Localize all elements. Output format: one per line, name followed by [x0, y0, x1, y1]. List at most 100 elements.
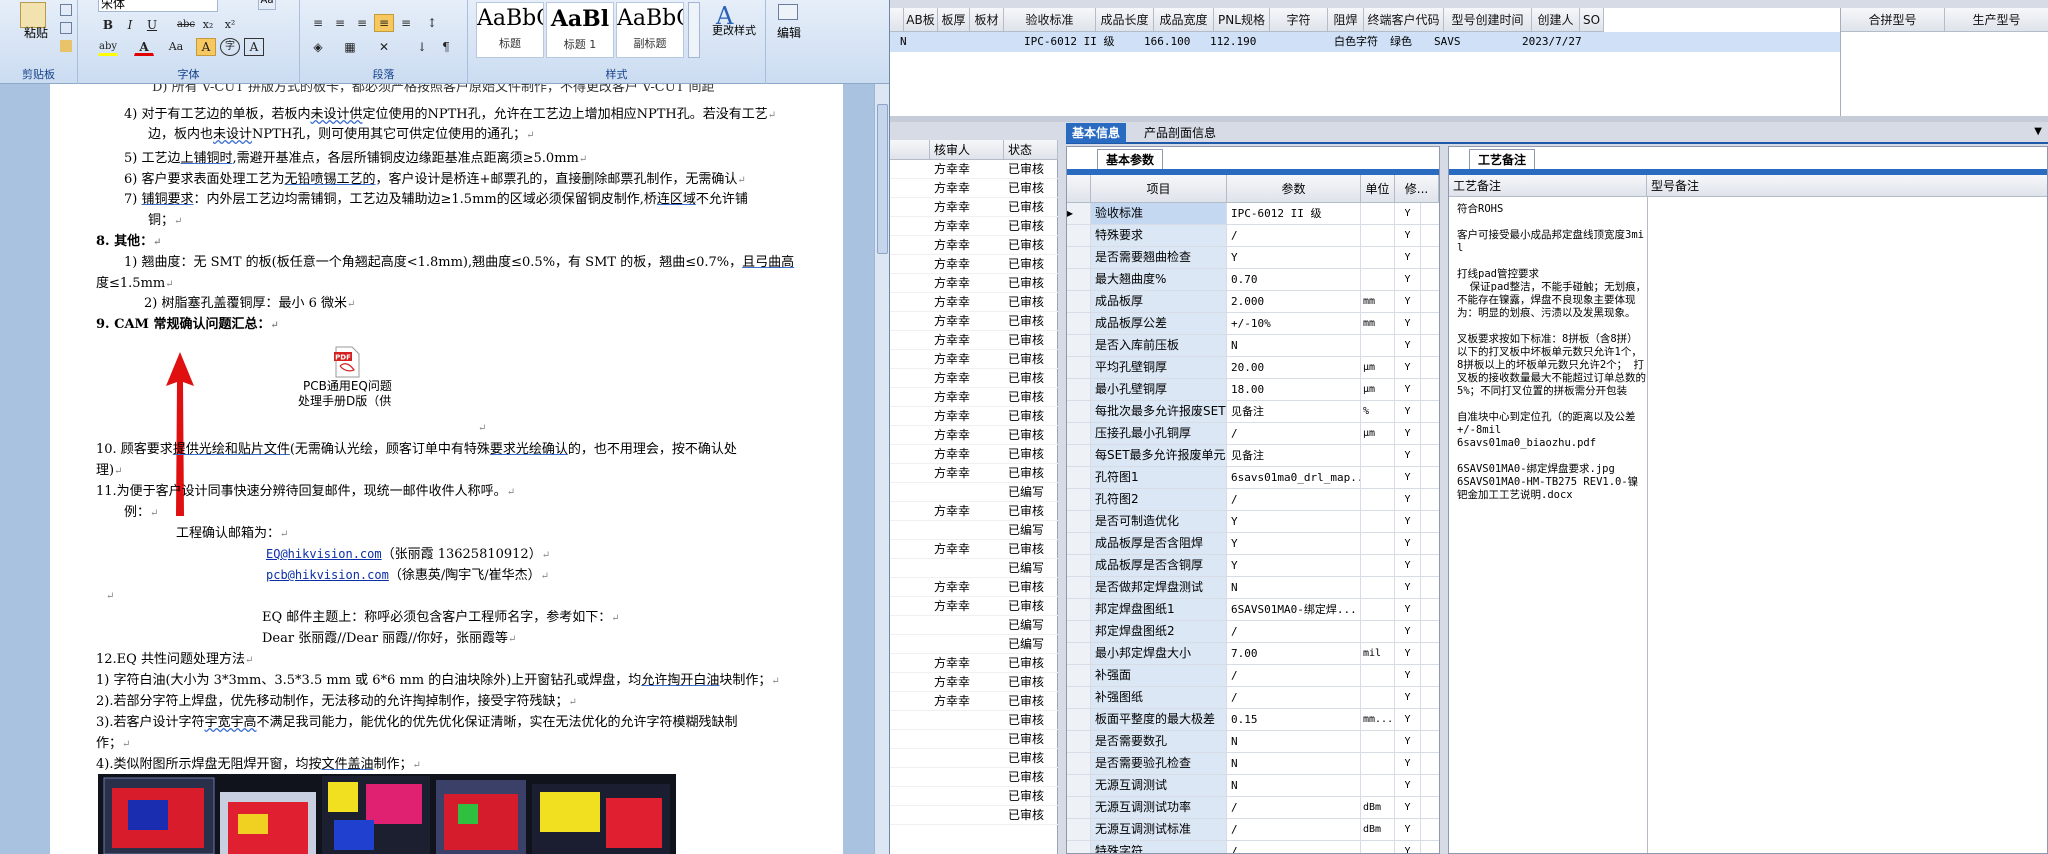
- param-row[interactable]: 最小孔壁铜厚 18.00 μm Y: [1067, 379, 1439, 401]
- param-row[interactable]: 每SET最多允许报废单元 见备注 Y: [1067, 445, 1439, 467]
- param-row[interactable]: 成品板厚是否含铜厚 Y Y: [1067, 555, 1439, 577]
- param-row[interactable]: 是否做邦定焊盘测试 N Y: [1067, 577, 1439, 599]
- param-value[interactable]: /: [1227, 797, 1361, 818]
- col-header[interactable]: 板材: [970, 8, 1004, 32]
- list-item[interactable]: 已审核: [890, 749, 1058, 768]
- col-header[interactable]: 型号创建时间: [1444, 8, 1532, 32]
- list-item[interactable]: 已编写: [890, 616, 1058, 635]
- col-header[interactable]: 生产型号: [1945, 8, 2048, 32]
- param-value[interactable]: Y: [1227, 555, 1361, 576]
- col-header[interactable]: PNL规格: [1214, 8, 1270, 32]
- list-item[interactable]: 方幸幸 已审核: [890, 274, 1058, 293]
- param-value[interactable]: /: [1227, 687, 1361, 708]
- list-item[interactable]: 方幸幸 已审核: [890, 597, 1058, 616]
- param-value[interactable]: /: [1227, 621, 1361, 642]
- cell-mask[interactable]: 绿色: [1390, 32, 1412, 52]
- param-row[interactable]: ▸ 验收标准 IPC-6012 II 级 Y: [1067, 203, 1439, 225]
- document-page[interactable]: D) 所有 V-CUT 拼版方式的板卡，都必须严格按照客户原始文件制作，不得更改…: [50, 84, 843, 854]
- param-value[interactable]: IPC-6012 II 级: [1227, 203, 1361, 224]
- col-header[interactable]: 状态: [1004, 140, 1058, 160]
- param-row[interactable]: 是否需要验孔检查 N Y: [1067, 753, 1439, 775]
- font-name-field[interactable]: 宋体: [98, 0, 218, 12]
- param-row[interactable]: 邦定焊盘图纸1 6SAVS01MA0-绑定焊... Y: [1067, 599, 1439, 621]
- param-row[interactable]: 补强面 / Y: [1067, 665, 1439, 687]
- align-left-icon[interactable]: ≡: [308, 14, 328, 32]
- col-header[interactable]: 修...: [1395, 175, 1439, 203]
- change-case-button[interactable]: Aa: [166, 38, 186, 56]
- param-value[interactable]: +/-10%: [1227, 313, 1361, 334]
- email-link-2[interactable]: pcb@hikvision.com: [266, 568, 389, 582]
- param-row[interactable]: 最小邦定焊盘大小 7.00 mil Y: [1067, 643, 1439, 665]
- styles-scroll[interactable]: [688, 2, 700, 58]
- param-value[interactable]: 0.15: [1227, 709, 1361, 730]
- col-header[interactable]: 字符: [1270, 8, 1328, 32]
- param-row[interactable]: 成品板厚 2.000 mm Y: [1067, 291, 1439, 313]
- list-item[interactable]: 方幸幸 已审核: [890, 198, 1058, 217]
- param-value[interactable]: N: [1227, 731, 1361, 752]
- list-item[interactable]: 方幸幸 已审核: [890, 331, 1058, 350]
- param-row[interactable]: 是否需要数孔 N Y: [1067, 731, 1439, 753]
- cell-customer[interactable]: SAVS: [1434, 32, 1461, 52]
- param-value[interactable]: Y: [1227, 247, 1361, 268]
- param-value[interactable]: Y: [1227, 511, 1361, 532]
- list-item[interactable]: 方幸幸 已审核: [890, 350, 1058, 369]
- param-value[interactable]: N: [1227, 775, 1361, 796]
- param-value[interactable]: /: [1227, 225, 1361, 246]
- param-value[interactable]: N: [1227, 753, 1361, 774]
- col-header[interactable]: 成品宽度: [1154, 8, 1214, 32]
- param-row[interactable]: 无源互调测试 N Y: [1067, 775, 1439, 797]
- param-value[interactable]: 见备注: [1227, 445, 1361, 466]
- scrollbar-thumb[interactable]: [877, 104, 888, 254]
- attachment-label-2[interactable]: 处理手册D版（供: [298, 394, 391, 409]
- enclose-char-button[interactable]: 字: [220, 38, 240, 56]
- align-right-icon[interactable]: ≡: [352, 14, 372, 32]
- cell-ab[interactable]: N: [900, 32, 907, 52]
- list-item[interactable]: 方幸幸 已审核: [890, 426, 1058, 445]
- list-item[interactable]: 方幸幸 已审核: [890, 407, 1058, 426]
- document-scrollbar[interactable]: [874, 84, 889, 854]
- cut-icon[interactable]: [60, 4, 72, 16]
- param-row[interactable]: 孔符图2/ Y: [1067, 489, 1439, 511]
- attachment-label-1[interactable]: PCB通用EQ问题: [303, 379, 392, 394]
- list-item[interactable]: 方幸幸 已审核: [890, 502, 1058, 521]
- pcb-layout-image[interactable]: [98, 774, 676, 854]
- cell-created[interactable]: 2023/7/27: [1522, 32, 1582, 52]
- paste-button[interactable]: 粘贴: [24, 24, 48, 41]
- list-item[interactable]: 方幸幸 已审核: [890, 654, 1058, 673]
- highlight-button[interactable]: aby: [98, 38, 118, 56]
- col-header[interactable]: 阻焊: [1328, 8, 1364, 32]
- list-item[interactable]: 已编写: [890, 559, 1058, 578]
- list-item[interactable]: 已编写: [890, 521, 1058, 540]
- line-spacing-icon[interactable]: ↕: [422, 14, 442, 32]
- param-row[interactable]: 孔符图1 6savs01ma0_drl_map... Y: [1067, 467, 1439, 489]
- asian-layout-icon[interactable]: ✕: [374, 38, 394, 56]
- list-item[interactable]: 方幸幸 已审核: [890, 445, 1058, 464]
- list-item[interactable]: 已编写: [890, 635, 1058, 654]
- shading-icon[interactable]: ◈: [308, 38, 328, 56]
- show-marks-icon[interactable]: ¶: [436, 38, 456, 56]
- list-item[interactable]: 已审核: [890, 730, 1058, 749]
- cell-char[interactable]: 白色字符: [1334, 32, 1378, 52]
- param-row[interactable]: 是否需要翘曲检查 Y Y: [1067, 247, 1439, 269]
- param-value[interactable]: /: [1227, 423, 1361, 444]
- list-item[interactable]: 方幸幸 已审核: [890, 578, 1058, 597]
- list-item[interactable]: 方幸幸 已审核: [890, 255, 1058, 274]
- cell-standard[interactable]: IPC-6012 II 级: [1024, 32, 1114, 52]
- param-row[interactable]: 成品板厚公差 +/-10% mm Y: [1067, 313, 1439, 335]
- list-item[interactable]: 方幸幸 已审核: [890, 464, 1058, 483]
- param-row[interactable]: 平均孔壁铜厚 20.00 μm Y: [1067, 357, 1439, 379]
- list-item[interactable]: 已审核: [890, 711, 1058, 730]
- param-row[interactable]: 压接孔最小孔铜厚 / μm Y: [1067, 423, 1439, 445]
- justify-icon[interactable]: ≡: [374, 14, 394, 32]
- param-value[interactable]: 2.000: [1227, 291, 1361, 312]
- style-heading-1[interactable]: AaBl 标题 1: [546, 2, 614, 58]
- email-link-1[interactable]: EQ@hikvision.com: [266, 547, 382, 561]
- grow-font-button[interactable]: Aa: [258, 0, 276, 10]
- tab-profile-info[interactable]: 产品剖面信息: [1138, 123, 1222, 143]
- param-row[interactable]: 补强图纸 / Y: [1067, 687, 1439, 709]
- list-item[interactable]: 方幸幸 已审核: [890, 293, 1058, 312]
- process-notes-text[interactable]: 符合ROHS 客户可接受最小成品邦定盘线顶宽度3mil 打线pad管控要求 保证pa…: [1457, 203, 1647, 515]
- param-row[interactable]: 无源互调测试标准 / dBm Y: [1067, 819, 1439, 841]
- subscript-button[interactable]: x₂: [198, 16, 218, 34]
- change-styles-button[interactable]: 更改样式: [708, 24, 760, 37]
